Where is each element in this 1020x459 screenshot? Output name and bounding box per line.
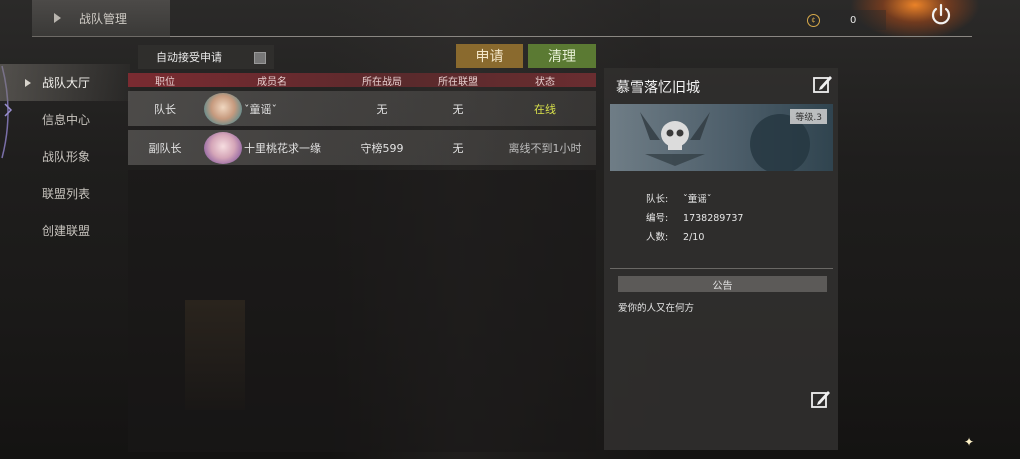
captain-row: 队长: ˇ童谣ˇ [646,191,712,205]
table-row[interactable]: 副队长 十里桃花求一缘 守榜599 无 离线不到1小时 [128,130,596,165]
team-id-row: 编号: 1738289737 [646,210,743,224]
sidebar-item-team-image[interactable]: 战队形象 [0,138,130,175]
team-id-value: 1738289737 [683,213,744,224]
member-count-row: 人数: 2/10 [646,229,704,243]
member-role: 队长 [154,102,176,116]
member-alliance: 无 [452,102,464,116]
active-indicator-icon [25,78,31,87]
page-title: 战队管理 [79,11,128,26]
top-divider [170,36,972,37]
sidebar-item-info-center[interactable]: 信息中心 [0,101,130,138]
team-id-key: 编号: [646,213,669,224]
power-icon[interactable] [928,2,954,28]
sidebar-nav: 战队大厅 信息中心 战队形象 联盟列表 创建联盟 [0,64,130,249]
edit-notice-icon[interactable] [810,388,832,410]
notice-text: 爱你的人又在何方 [618,303,695,314]
level-badge: 等级.3 [790,109,827,124]
clean-button[interactable]: 清理 [528,44,596,68]
notice-title: 公告 [618,276,827,292]
header-role: 职位 [155,76,175,88]
header-status: 状态 [535,76,555,88]
member-status: 离线不到1小时 [508,141,582,155]
member-role: 副队长 [148,141,182,155]
auto-accept-label: 自动接受申请 [156,51,222,64]
member-name: ˇ童谣ˇ [244,102,277,116]
sidebar-item-label: 信息中心 [42,113,91,127]
sidebar-item-label: 战队大厅 [42,76,91,90]
member-alliance: 无 [452,141,464,155]
team-info-panel: 慕雪落忆旧城 等级.3 队长: ˇ童谣ˇ 编号: 1738289737 人数: … [604,68,838,450]
avatar[interactable] [204,92,242,125]
member-count-key: 人数: [646,232,669,243]
coin-value: 0 [850,14,857,26]
auto-accept-checkbox[interactable] [254,52,266,64]
table-header: 职位 成员名 所在战局 所在联盟 状态 [128,73,596,88]
apply-button[interactable]: 申请 [456,44,523,68]
sidebar-item-alliance-list[interactable]: 联盟列表 [0,175,130,212]
member-battle: 守榜599 [360,141,404,155]
table-empty-area [128,170,596,452]
member-cell: 十里桃花求一缘 [202,130,342,165]
member-status: 在线 [534,102,556,116]
coin-icon: ¢ [807,13,820,27]
team-banner[interactable]: 等级.3 [610,104,833,171]
header-battle: 所在战局 [362,76,402,88]
header-member-name: 成员名 [257,76,287,88]
edit-icon[interactable] [812,73,834,95]
sidebar-item-label: 创建联盟 [42,224,91,238]
member-cell: ˇ童谣ˇ [202,91,342,126]
captain-key: 队长: [646,194,669,205]
sidebar-item-label: 战队形象 [42,150,91,164]
currency-display: ¢ 0 [800,10,886,30]
page-title-tab[interactable]: 战队管理 [32,0,170,37]
member-battle: 无 [376,102,388,116]
sidebar-item-label: 联盟列表 [42,187,91,201]
member-name: 十里桃花求一缘 [244,141,321,155]
avatar[interactable] [204,131,242,164]
panel-divider [610,268,833,269]
sidebar-item-team-hall[interactable]: 战队大厅 [0,64,130,101]
member-table: 职位 成员名 所在战局 所在联盟 状态 队长 ˇ童谣ˇ 无 无 在线 副队长 十… [128,73,596,165]
sparkle-icon: ✦ [964,435,975,449]
sidebar-item-create-alliance[interactable]: 创建联盟 [0,212,130,249]
header-alliance: 所在联盟 [438,76,478,88]
triangle-right-icon [54,13,61,23]
auto-accept-toggle[interactable]: 自动接受申请 [138,45,274,69]
team-name: 慕雪落忆旧城 [616,80,700,96]
member-count-value: 2/10 [683,232,705,243]
captain-value: ˇ童谣ˇ [683,194,712,205]
table-row[interactable]: 队长 ˇ童谣ˇ 无 无 在线 [128,91,596,126]
